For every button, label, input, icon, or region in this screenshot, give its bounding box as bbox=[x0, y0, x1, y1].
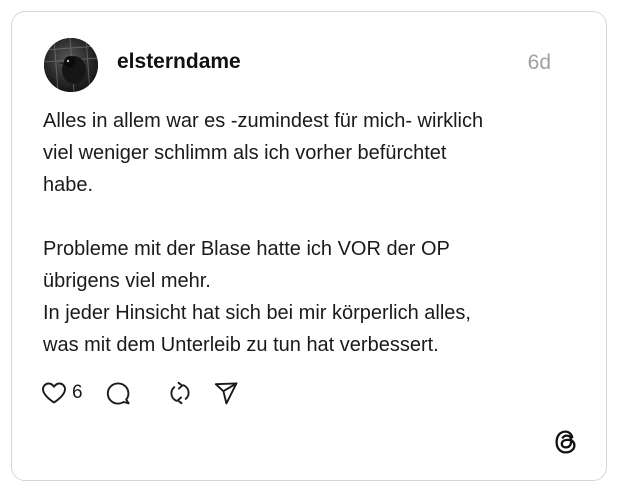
username[interactable]: elsterndame bbox=[117, 50, 241, 74]
threads-logo-icon[interactable] bbox=[552, 428, 580, 456]
like-button[interactable]: 6 bbox=[41, 378, 83, 408]
heart-icon bbox=[41, 381, 67, 405]
share-button[interactable] bbox=[213, 378, 239, 408]
comment-icon bbox=[105, 380, 131, 406]
post-paragraph: Alles in allem war es -zumindest für mic… bbox=[43, 110, 484, 196]
post-paragraph: Probleme mit der Blase hatte ich VOR der… bbox=[43, 238, 471, 356]
repost-icon bbox=[167, 380, 193, 406]
like-count: 6 bbox=[72, 382, 83, 403]
share-icon bbox=[213, 380, 239, 406]
post-text: Alles in allem war es -zumindest für mic… bbox=[43, 105, 588, 361]
repost-button[interactable] bbox=[167, 378, 193, 408]
comment-button[interactable] bbox=[105, 378, 131, 408]
post-timestamp: 6d bbox=[527, 51, 551, 74]
avatar[interactable] bbox=[44, 38, 98, 92]
post-card[interactable]: elsterndame 6d Alles in allem war es -zu… bbox=[11, 11, 607, 481]
